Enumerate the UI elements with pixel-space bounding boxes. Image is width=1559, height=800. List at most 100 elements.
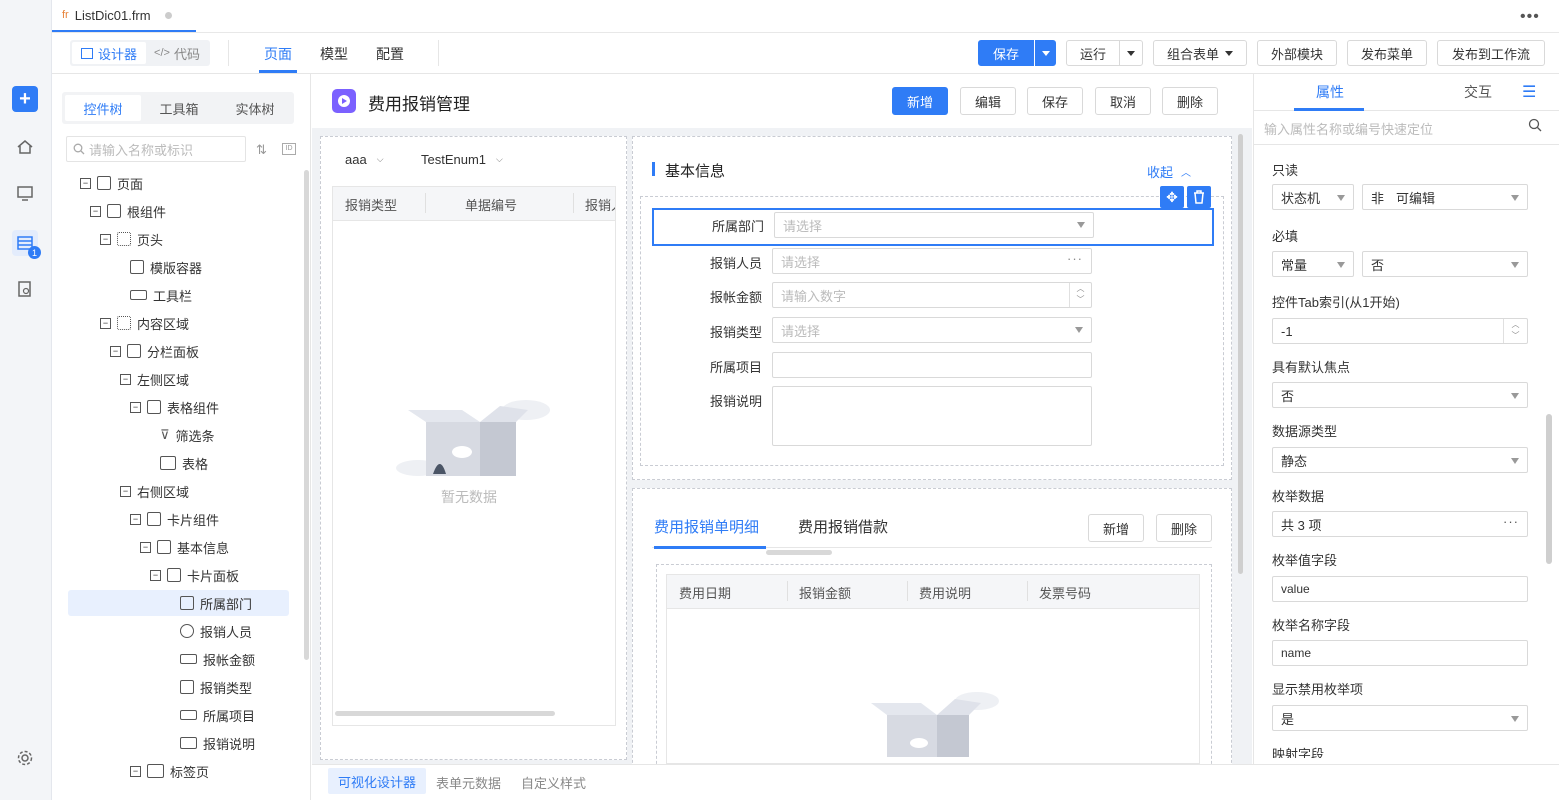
tree-node-page[interactable]: − 页面 xyxy=(80,172,143,194)
tree-node-content-area[interactable]: − 内容区域 xyxy=(100,312,189,334)
show-disabled-enum-select[interactable]: 是 xyxy=(1272,705,1528,731)
tree-node-right-area[interactable]: − 右侧区域 xyxy=(120,480,189,502)
readonly-mode-select[interactable]: 状态机 xyxy=(1272,184,1354,210)
unsaved-dot-icon[interactable] xyxy=(164,11,172,19)
tab-page[interactable]: 页面 xyxy=(264,44,292,64)
tree-node-card-component[interactable]: − 卡片组件 xyxy=(130,508,219,530)
search-icon[interactable] xyxy=(1528,118,1542,132)
add-icon[interactable]: + xyxy=(12,86,38,112)
document-search-icon[interactable] xyxy=(12,276,38,302)
tabindex-number-input[interactable]: -1 ︿ ﹀ xyxy=(1272,318,1528,344)
tree-node-grid-component[interactable]: − 表格组件 xyxy=(130,396,219,418)
tree-node-type[interactable]: 报销类型 xyxy=(180,676,252,698)
delete-button[interactable]: 删除 xyxy=(1162,87,1218,115)
amount-number-input[interactable]: 请输入数字 ︿ ﹀ xyxy=(772,282,1092,308)
tab-interaction[interactable]: 交互 xyxy=(1464,82,1492,102)
required-mode-select[interactable]: 常量 xyxy=(1272,251,1354,277)
department-select[interactable]: 请选择 xyxy=(774,212,1094,238)
property-search-input[interactable]: 输入属性名称或编号快速定位 xyxy=(1264,119,1433,138)
enum-name-field-input[interactable]: name xyxy=(1272,640,1528,666)
trash-icon[interactable] xyxy=(1187,186,1211,208)
run-button[interactable]: 运行 xyxy=(1066,40,1120,66)
save-form-button[interactable]: 保存 xyxy=(1027,87,1083,115)
tree-node-department[interactable]: 所属部门 xyxy=(180,592,252,614)
tab-loan[interactable]: 费用报销借款 xyxy=(798,516,888,537)
tab-custom-style[interactable]: 自定义样式 xyxy=(521,773,586,792)
column-header[interactable]: 费用说明 xyxy=(919,583,971,602)
publish-menu-button[interactable]: 发布菜单 xyxy=(1347,40,1427,66)
tab-model[interactable]: 模型 xyxy=(320,44,348,64)
settings-gear-icon[interactable] xyxy=(12,745,38,771)
tree-node-amount[interactable]: 报帐金额 xyxy=(180,648,255,670)
tree-scrollbar[interactable] xyxy=(304,170,309,660)
tab-form-metadata[interactable]: 表单元数据 xyxy=(436,773,501,792)
tree-node-tabs[interactable]: − 标签页 xyxy=(130,760,209,782)
tree-node-toolbar[interactable]: 工具栏 xyxy=(130,284,192,306)
designer-mode-button[interactable]: 设计器 xyxy=(72,42,146,64)
canvas-scrollbar[interactable] xyxy=(1238,134,1243,574)
move-handle-icon[interactable]: ✥ xyxy=(1160,186,1184,208)
tree-node-header[interactable]: − 页头 xyxy=(100,228,163,250)
project-input[interactable] xyxy=(772,352,1092,378)
tree-node-card-panel[interactable]: − 卡片面板 xyxy=(150,564,239,586)
tree-node-basic-info[interactable]: − 基本信息 xyxy=(140,536,229,558)
default-focus-select[interactable]: 否 xyxy=(1272,382,1528,408)
column-header[interactable]: 单据编号 xyxy=(465,195,517,214)
column-header[interactable]: 发票号码 xyxy=(1039,583,1091,602)
file-tab[interactable]: fr ListDic01.frm xyxy=(52,0,196,32)
properties-scrollbar[interactable] xyxy=(1546,414,1552,564)
save-dropdown-button[interactable] xyxy=(1035,40,1056,66)
id-toggle-icon[interactable]: ID xyxy=(282,143,296,155)
tab-entity-tree[interactable]: 实体树 xyxy=(217,99,293,118)
column-header[interactable]: 报销人 xyxy=(585,195,615,214)
ellipsis-icon[interactable]: ••• xyxy=(1520,8,1540,26)
menu-list-icon[interactable]: ☰ xyxy=(1522,82,1536,102)
cancel-button[interactable]: 取消 xyxy=(1095,87,1151,115)
readonly-value-select[interactable]: 非可编辑 xyxy=(1362,184,1528,210)
type-select[interactable]: 请选择 xyxy=(772,317,1092,343)
tab-config[interactable]: 配置 xyxy=(376,44,404,64)
datasource-type-select[interactable]: 静态 xyxy=(1272,447,1528,473)
enum-data-field[interactable]: 共 3 项 ··· xyxy=(1272,511,1528,537)
detail-add-button[interactable]: 新增 xyxy=(1088,514,1144,542)
tree-node-table[interactable]: 表格 xyxy=(160,452,208,474)
save-button[interactable]: 保存 xyxy=(978,40,1034,66)
tabs-scrollbar[interactable] xyxy=(766,550,832,555)
tab-control-tree[interactable]: 控件树 xyxy=(65,95,141,121)
publish-workflow-button[interactable]: 发布到工作流 xyxy=(1437,40,1545,66)
filter-field-aaa[interactable]: aaa ⌵ xyxy=(345,152,384,167)
tab-properties[interactable]: 属性 xyxy=(1316,82,1344,102)
collapse-toggle[interactable]: 收起 ︿ xyxy=(1147,162,1191,181)
tab-visual-designer[interactable]: 可视化设计器 xyxy=(328,768,427,794)
run-dropdown-button[interactable] xyxy=(1119,40,1143,66)
tab-detail[interactable]: 费用报销单明细 xyxy=(654,516,759,537)
column-header[interactable]: 费用日期 xyxy=(679,583,731,602)
tree-node-reimburser[interactable]: 报销人员 xyxy=(180,620,252,642)
detail-delete-button[interactable]: 删除 xyxy=(1156,514,1212,542)
tree-node-description[interactable]: 报销说明 xyxy=(180,732,255,754)
tree-node-filter-bar[interactable]: ⊽ 筛选条 xyxy=(160,424,215,446)
collapse-all-icon[interactable]: ⇅ xyxy=(256,142,267,158)
tree-node-template-container[interactable]: 模版容器 xyxy=(130,256,202,278)
column-header[interactable]: 报销金额 xyxy=(799,583,851,602)
description-textarea[interactable] xyxy=(772,386,1092,446)
combine-form-button[interactable]: 组合表单 xyxy=(1153,40,1247,66)
horizontal-scrollbar[interactable] xyxy=(335,711,555,716)
enum-value-field-input[interactable]: value xyxy=(1272,576,1528,602)
tree-node-project[interactable]: 所属项目 xyxy=(180,704,255,726)
filter-field-testenum[interactable]: TestEnum1 ⌵ xyxy=(421,152,503,167)
code-mode-button[interactable]: </> 代码 xyxy=(146,44,208,63)
tree-node-split-panel[interactable]: − 分栏面板 xyxy=(110,340,199,362)
add-button[interactable]: 新增 xyxy=(892,87,948,115)
home-icon[interactable] xyxy=(12,134,38,160)
reimburser-lookup[interactable]: 请选择 ··· xyxy=(772,248,1092,274)
column-header[interactable]: 报销类型 xyxy=(345,195,397,214)
tab-toolbox[interactable]: 工具箱 xyxy=(141,99,217,118)
tree-node-left-area[interactable]: − 左侧区域 xyxy=(120,368,189,390)
tree-node-root[interactable]: − 根组件 xyxy=(90,200,166,222)
required-value-select[interactable]: 否 xyxy=(1362,251,1528,277)
tree-search-input[interactable]: 请输入名称或标识 xyxy=(66,136,246,162)
external-module-button[interactable]: 外部模块 xyxy=(1257,40,1337,66)
monitor-icon[interactable] xyxy=(12,180,38,206)
edit-button[interactable]: 编辑 xyxy=(960,87,1016,115)
